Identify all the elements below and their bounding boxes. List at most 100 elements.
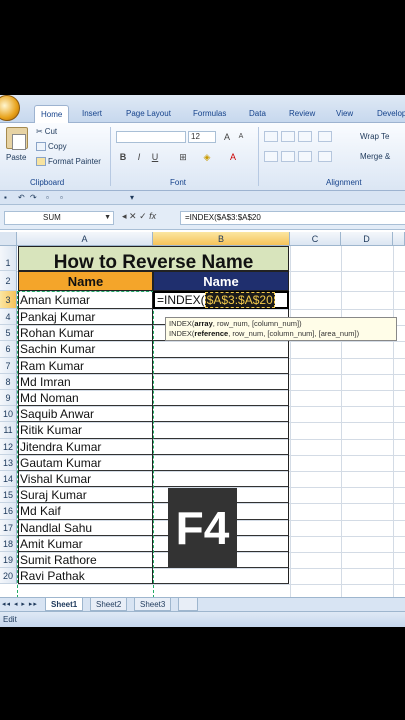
name-cell[interactable]: Md Kaif <box>18 503 153 520</box>
column-header-e[interactable] <box>393 232 405 246</box>
name-cell[interactable]: Gautam Kumar <box>18 454 153 471</box>
save-icon[interactable]: ▪ <box>4 193 7 202</box>
format-painter-button[interactable]: Format Painter <box>36 157 101 166</box>
cut-button[interactable]: ✂ Cut <box>36 127 57 136</box>
row-header[interactable]: 14 <box>0 471 17 488</box>
align-center-icon[interactable] <box>281 151 295 162</box>
sheet-tab-3[interactable]: Sheet3 <box>134 598 172 611</box>
column-header-c[interactable]: C <box>290 232 341 246</box>
row-header[interactable]: 17 <box>0 519 17 536</box>
name-cell[interactable]: Ravi Pathak <box>18 568 153 585</box>
name-cell[interactable]: Sachin Kumar <box>18 341 153 358</box>
row-header[interactable]: 20 <box>0 568 17 585</box>
result-cell[interactable] <box>153 471 289 488</box>
customize-qat-icon[interactable]: ▾ <box>130 193 134 202</box>
column-header-b[interactable]: B <box>153 232 290 246</box>
align-right-icon[interactable] <box>298 151 312 162</box>
title-cell[interactable]: How to Reverse Name <box>18 246 289 273</box>
underline-button[interactable]: U <box>148 151 162 163</box>
cancel-icon[interactable]: ✕ <box>129 211 139 221</box>
row-header[interactable]: 4 <box>0 309 17 326</box>
result-cell[interactable] <box>153 341 289 358</box>
row-header[interactable]: 6 <box>0 341 17 358</box>
name-cell[interactable]: Nandlal Sahu <box>18 519 153 536</box>
result-cell[interactable] <box>153 390 289 407</box>
row-header[interactable]: 8 <box>0 373 17 390</box>
bold-button[interactable]: B <box>116 151 130 163</box>
result-cell[interactable] <box>153 438 289 455</box>
font-size-select[interactable]: 12 <box>188 131 216 143</box>
result-cell[interactable] <box>153 422 289 439</box>
undo-icon[interactable]: ↶ <box>18 193 25 202</box>
row-header[interactable]: 5 <box>0 325 17 342</box>
enter-icon[interactable]: ✓ <box>139 211 149 221</box>
sheet-tab-2[interactable]: Sheet2 <box>90 598 128 611</box>
row-header[interactable]: 3 <box>0 291 17 309</box>
office-button[interactable] <box>0 95 20 121</box>
tab-review[interactable]: Review <box>289 109 315 118</box>
name-box[interactable]: SUM ▼ <box>4 211 114 225</box>
paste-icon[interactable] <box>6 127 28 150</box>
row-header[interactable]: 9 <box>0 390 17 407</box>
row-header[interactable]: 18 <box>0 535 17 552</box>
merge-center-button[interactable]: Merge & <box>360 152 390 161</box>
sheet-tab-1[interactable]: Sheet1 <box>45 598 84 611</box>
row-header[interactable]: 2 <box>0 271 17 291</box>
name-cell[interactable]: Vishal Kumar <box>18 471 153 488</box>
name-cell[interactable]: Md Noman <box>18 390 153 407</box>
name-cell[interactable]: Sumit Rathore <box>18 552 153 569</box>
indent-icon[interactable] <box>318 151 332 162</box>
row-header[interactable]: 1 <box>0 246 17 271</box>
font-name-select[interactable] <box>116 131 186 143</box>
column-header-a[interactable]: A <box>17 232 153 246</box>
active-cell-b3[interactable]: =INDEX($A$3:$A$20 <box>153 291 289 309</box>
tab-view[interactable]: View <box>336 109 353 118</box>
borders-icon[interactable]: ⊞ <box>176 151 190 163</box>
fill-color-icon[interactable]: ◈ <box>200 151 214 163</box>
row-header[interactable]: 13 <box>0 454 17 471</box>
column-header-d[interactable]: D <box>341 232 393 246</box>
font-color-icon[interactable]: A <box>226 151 240 163</box>
collapse-icon[interactable]: ◂ <box>122 211 129 221</box>
name-cell[interactable]: Amit Kumar <box>18 535 153 552</box>
sheet-nav-arrows-icon[interactable]: ◂◂ ◂ ▸ ▸▸ <box>2 600 38 608</box>
insert-function-icon[interactable]: fx <box>149 211 156 221</box>
result-cell[interactable] <box>153 454 289 471</box>
result-cell[interactable] <box>153 373 289 390</box>
result-cell[interactable] <box>153 406 289 423</box>
align-top-icon[interactable] <box>264 131 278 142</box>
name-cell[interactable]: Jitendra Kumar <box>18 438 153 455</box>
result-cell[interactable] <box>153 568 289 585</box>
orientation-icon[interactable] <box>318 131 332 142</box>
insert-sheet-icon[interactable] <box>178 598 198 611</box>
chevron-down-icon[interactable]: ▼ <box>104 212 111 224</box>
name-cell[interactable]: Ram Kumar <box>18 357 153 374</box>
row-header[interactable]: 10 <box>0 406 17 423</box>
row-header[interactable]: 7 <box>0 357 17 374</box>
tab-insert[interactable]: Insert <box>82 109 102 118</box>
header-cell-a[interactable]: Name <box>18 271 153 291</box>
name-cell[interactable]: Saquib Anwar <box>18 406 153 423</box>
name-cell[interactable]: Suraj Kumar <box>18 487 153 504</box>
paste-button[interactable]: Paste <box>6 153 26 162</box>
align-bottom-icon[interactable] <box>298 131 312 142</box>
name-cell[interactable]: Pankaj Kumar <box>18 309 153 326</box>
shrink-font-icon[interactable]: A <box>234 131 248 143</box>
row-header[interactable]: 11 <box>0 422 17 439</box>
select-all-corner[interactable] <box>0 232 17 246</box>
row-header[interactable]: 16 <box>0 503 17 520</box>
row-header[interactable]: 12 <box>0 438 17 455</box>
formula-input[interactable]: =INDEX($A$3:$A$20 <box>180 211 405 225</box>
align-middle-icon[interactable] <box>281 131 295 142</box>
tab-data[interactable]: Data <box>249 109 266 118</box>
result-cell[interactable] <box>153 357 289 374</box>
tooltip-arg-reference[interactable]: reference <box>194 329 228 338</box>
tooltip-arg-array[interactable]: array <box>194 319 212 328</box>
grow-font-icon[interactable]: A <box>220 131 234 143</box>
align-left-icon[interactable] <box>264 151 278 162</box>
name-cell[interactable]: Aman Kumar <box>18 291 153 309</box>
row-header[interactable]: 15 <box>0 487 17 504</box>
name-cell[interactable]: Ritik Kumar <box>18 422 153 439</box>
new-icon[interactable]: ▫ <box>46 193 49 202</box>
redo-icon[interactable]: ↷ <box>30 193 37 202</box>
